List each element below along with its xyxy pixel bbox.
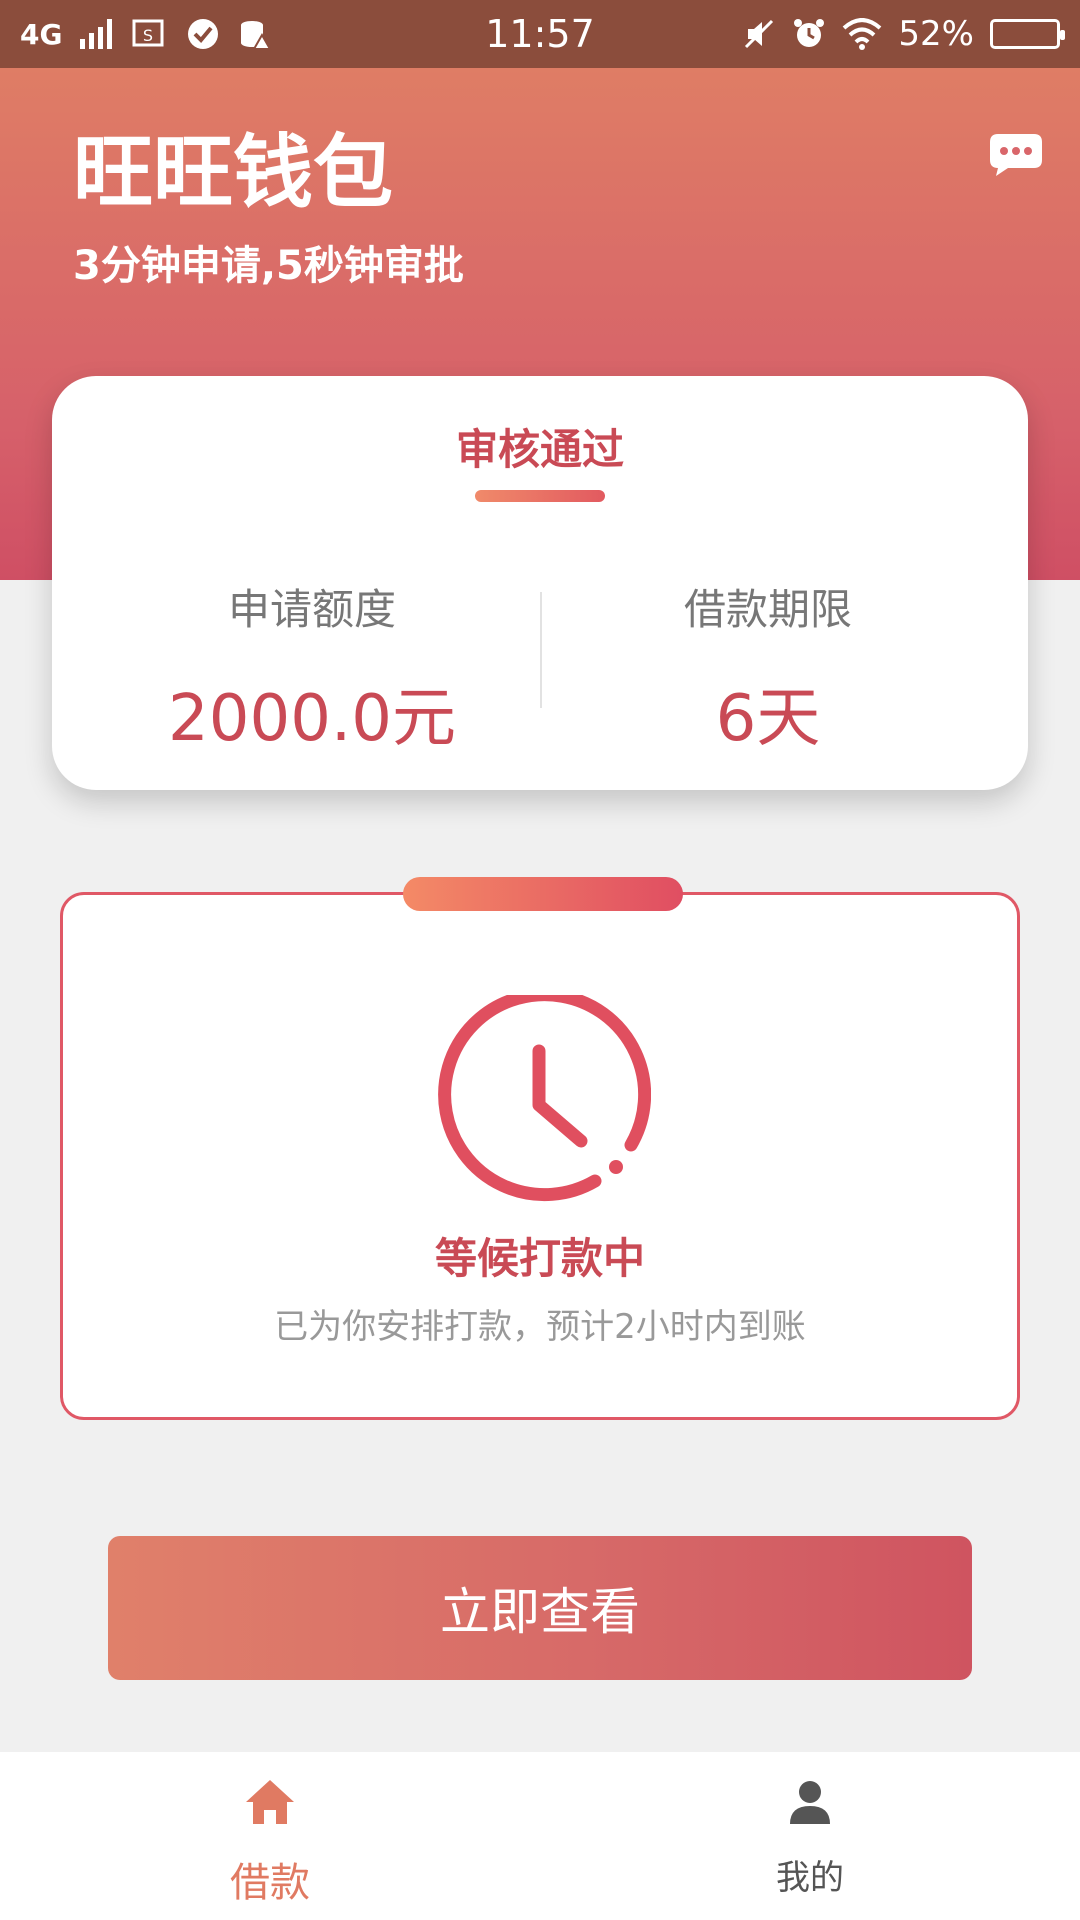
- home-icon: [246, 1780, 294, 1824]
- payment-status-card: 等候打款中 已为你安排打款，预计2小时内到账: [60, 877, 1020, 1420]
- term-section: 借款期限 6天: [548, 576, 988, 759]
- battery-icon: [990, 19, 1065, 49]
- nav-label-loan: 借款: [230, 1860, 310, 1906]
- wifi-icon: [842, 18, 882, 50]
- status-bar: 4G S 11:57 52%: [0, 0, 1080, 68]
- network-type: 4G: [20, 17, 63, 51]
- waiting-description: 已为你安排打款，预计2小时内到账: [274, 1307, 806, 1347]
- chat-bubble-icon: [990, 134, 1042, 176]
- approval-card: 审核通过 申请额度 2000.0元 借款期限 6天: [52, 376, 1028, 790]
- tab-underline: [475, 490, 605, 502]
- check-circle-icon: [186, 17, 220, 51]
- message-button[interactable]: [988, 132, 1044, 176]
- approval-status-tab: 审核通过: [455, 425, 624, 474]
- screenshot-icon: S: [130, 17, 168, 51]
- svg-text:S: S: [143, 26, 153, 45]
- bottom-nav: 借款 我的: [0, 1752, 1080, 1920]
- signal-icon: [80, 19, 113, 49]
- nav-item-loan[interactable]: 借款: [0, 1752, 540, 1920]
- waiting-title: 等候打款中: [434, 1234, 645, 1283]
- amount-label: 申请额度: [227, 585, 396, 634]
- amount-value: 2000.0元: [168, 682, 456, 756]
- nav-label-mine: 我的: [776, 1858, 844, 1898]
- mute-icon: [742, 17, 776, 51]
- status-left: 4G S: [20, 17, 440, 51]
- card-top-pill: [403, 877, 683, 911]
- alarm-icon: [792, 17, 826, 51]
- view-now-button[interactable]: 立即查看: [108, 1536, 972, 1680]
- divider: [540, 592, 542, 708]
- app-subtitle: 3分钟申请,5秒钟审批: [73, 243, 464, 289]
- clock-icon: [438, 995, 651, 1202]
- status-right: 52%: [640, 14, 1065, 54]
- status-time: 11:57: [485, 12, 595, 56]
- battery-percent: 52%: [898, 14, 974, 54]
- database-alert-icon: [238, 17, 273, 51]
- user-icon: [790, 1781, 830, 1824]
- term-value: 6天: [715, 682, 821, 756]
- amount-section: 申请额度 2000.0元: [92, 576, 532, 759]
- app-title: 旺旺钱包: [73, 126, 393, 219]
- nav-item-mine[interactable]: 我的: [540, 1752, 1080, 1920]
- term-label: 借款期限: [683, 585, 852, 634]
